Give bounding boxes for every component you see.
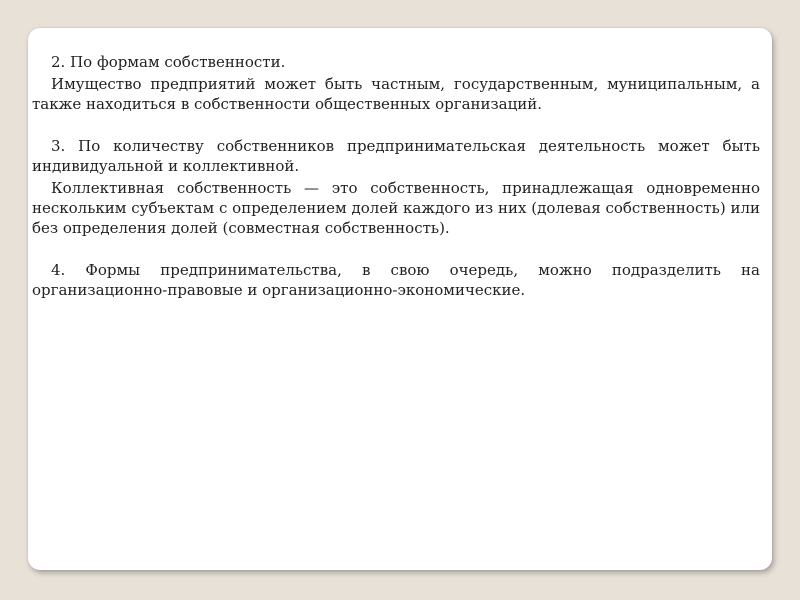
slide-card: 2. По формам собственности. Имущество пр… — [28, 28, 772, 570]
slide-text: 2. По формам собственности. Имущество пр… — [32, 52, 760, 300]
paragraph-owners-count: 3. По количеству собственников предприни… — [32, 137, 760, 175]
paragraph-ownership-forms-text: Имущество предприятий может быть частным… — [32, 75, 760, 113]
paragraph-entrepreneurship-forms: 4. Формы предпринимательства, в свою оче… — [32, 261, 760, 299]
paragraph-collective-ownership: Коллективная собственность — это собстве… — [32, 179, 760, 237]
paragraph-ownership-forms-heading: 2. По формам собственности. — [51, 53, 286, 71]
